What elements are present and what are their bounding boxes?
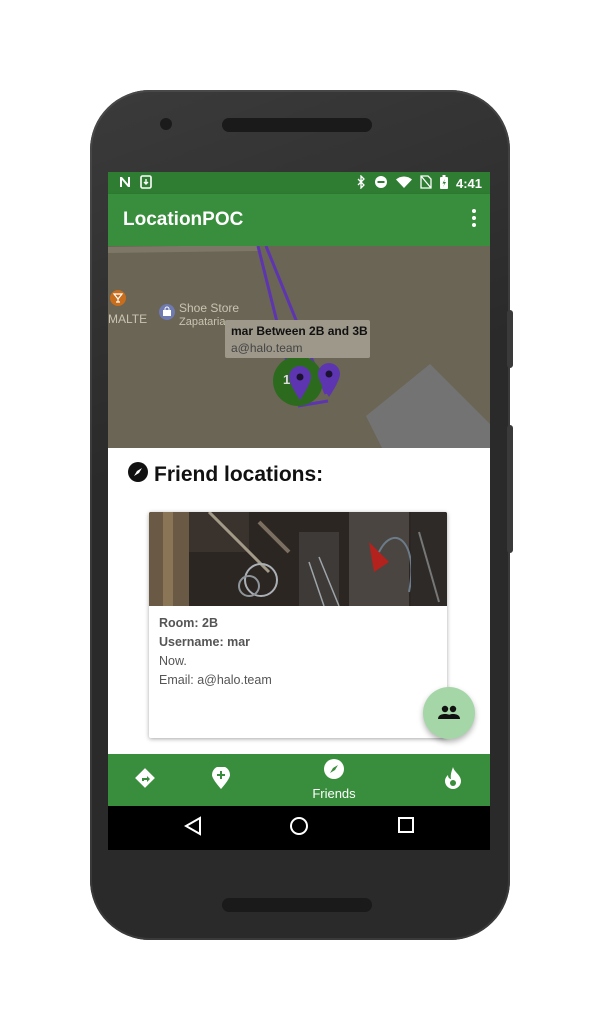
map-view[interactable]: MALTE Shoe Store Zapataria 1+ mar Betwee… [108, 246, 490, 448]
back-icon[interactable] [183, 816, 202, 841]
nav-friends-label: Friends [312, 786, 356, 801]
bluetooth-icon [356, 174, 366, 192]
front-camera [160, 118, 172, 130]
download-icon [140, 175, 152, 192]
wifi-icon [395, 176, 412, 192]
app-title: LocationPOC [123, 209, 244, 230]
friend-card-image [149, 512, 447, 606]
people-fab-button[interactable] [423, 687, 475, 739]
volume-button [507, 425, 513, 553]
location-marker-icon-2[interactable] [318, 363, 340, 402]
poi-label-malte: MALTE [108, 312, 148, 326]
compass-icon [128, 462, 148, 487]
friends-heading-text: Friend locations: [154, 462, 324, 486]
no-sim-icon [420, 175, 432, 192]
top-speaker [222, 118, 372, 132]
people-icon [438, 703, 460, 728]
shopping-poi-icon[interactable] [159, 304, 175, 320]
add-location-icon [212, 765, 230, 794]
system-navigation-bar [108, 806, 490, 850]
nav-flame[interactable] [438, 754, 468, 806]
bar-poi-icon[interactable] [110, 290, 126, 306]
home-icon[interactable] [289, 816, 309, 841]
friends-heading: Friend locations: [128, 462, 323, 487]
battery-charging-icon [439, 175, 448, 192]
compass-icon [324, 759, 344, 784]
recents-icon[interactable] [397, 816, 415, 839]
bottom-speaker [222, 898, 372, 912]
do-not-disturb-icon [374, 175, 388, 192]
overflow-menu-icon[interactable] [472, 209, 476, 231]
friend-username: Username: mar [159, 635, 251, 649]
nav-add-location[interactable] [206, 754, 236, 806]
nav-friends[interactable]: Friends [304, 754, 364, 806]
notification-n-icon [118, 175, 132, 192]
location-marker-icon[interactable] [289, 366, 311, 405]
friend-email: Email: a@halo.team [159, 673, 272, 687]
poi-sublabel-zapataria: Zapataria [179, 316, 226, 328]
bottom-navigation: Friends [108, 754, 490, 806]
friend-time: Now. [159, 654, 187, 668]
screen: 4:41 LocationPOC MALTE Shoe Store Zapata… [108, 172, 490, 850]
info-window-subtitle: a@halo.team [231, 341, 303, 355]
power-button [507, 310, 513, 368]
map-info-window[interactable]: mar Between 2B and 3B a@halo.team [225, 320, 370, 358]
friend-room: Room: 2B [159, 616, 219, 630]
clock-time: 4:41 [455, 176, 482, 191]
poi-label-shoe-store: Shoe Store [179, 301, 240, 315]
flame-icon [445, 766, 461, 794]
info-window-title: mar Between 2B and 3B [231, 324, 368, 338]
app-bar: LocationPOC [108, 194, 490, 246]
friend-card[interactable]: Room: 2B Username: mar Now. Email: a@hal… [149, 512, 447, 738]
status-bar: 4:41 [108, 172, 490, 194]
nav-directions[interactable] [130, 754, 160, 806]
directions-icon [134, 767, 156, 794]
